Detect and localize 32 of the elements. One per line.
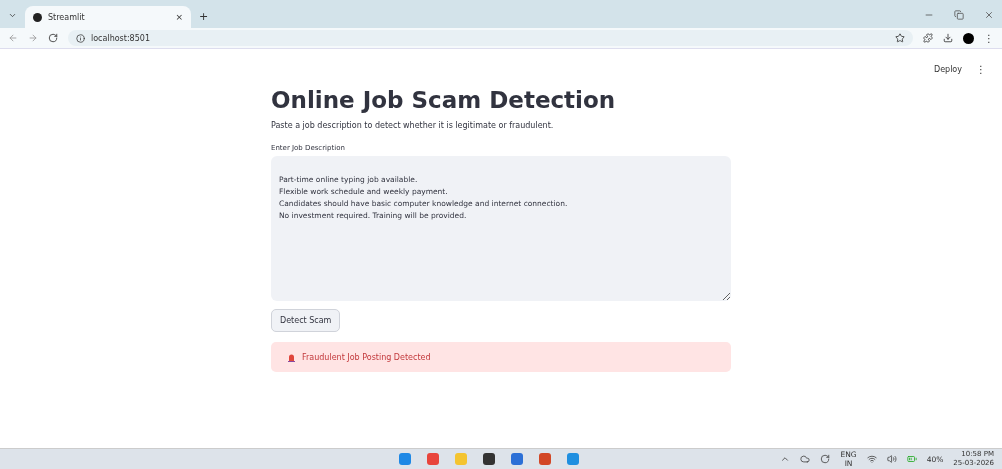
deploy-link[interactable]: Deploy	[934, 64, 962, 74]
app-menu-icon[interactable]: ⋮	[976, 63, 986, 75]
detect-scam-button[interactable]: Detect Scam	[271, 309, 341, 332]
subtitle: Paste a job description to detect whether it is legitimate or fraudulent.	[271, 121, 555, 130]
browser-tab[interactable]: Streamlit ×	[25, 6, 191, 28]
tab-list-icon[interactable]	[8, 11, 17, 20]
star-icon[interactable]	[895, 33, 905, 43]
new-tab[interactable]: +	[199, 10, 209, 23]
url-text: localhost:8501	[91, 33, 150, 43]
tab-close[interactable]: ×	[175, 12, 183, 22]
battery-icon[interactable]	[906, 454, 917, 464]
reload-icon[interactable]	[48, 33, 58, 43]
download-icon[interactable]	[943, 33, 953, 43]
tab-title: Streamlit	[48, 12, 85, 22]
cloud-icon[interactable]	[800, 454, 811, 464]
page-title: Online Job Scam Detection	[271, 87, 617, 113]
extensions-icon[interactable]	[923, 33, 933, 43]
volume-icon[interactable]	[886, 454, 897, 464]
forward-icon[interactable]	[28, 33, 38, 43]
address-bar[interactable]: localhost:8501	[68, 30, 913, 46]
profile-avatar[interactable]	[963, 32, 974, 44]
back-icon[interactable]	[8, 33, 18, 43]
app-logo-icon	[33, 12, 42, 22]
menu-icon[interactable]: ⋮	[984, 32, 994, 44]
alert-text: Fraudulent Job Posting Detected	[302, 352, 431, 362]
wifi-icon[interactable]	[866, 454, 877, 464]
sync-icon[interactable]	[820, 454, 831, 464]
siren-icon	[287, 352, 296, 362]
info-icon[interactable]	[76, 33, 85, 43]
restore-icon[interactable]	[954, 10, 964, 20]
close-icon[interactable]	[984, 10, 994, 20]
tray-overflow-icon[interactable]	[780, 454, 791, 464]
